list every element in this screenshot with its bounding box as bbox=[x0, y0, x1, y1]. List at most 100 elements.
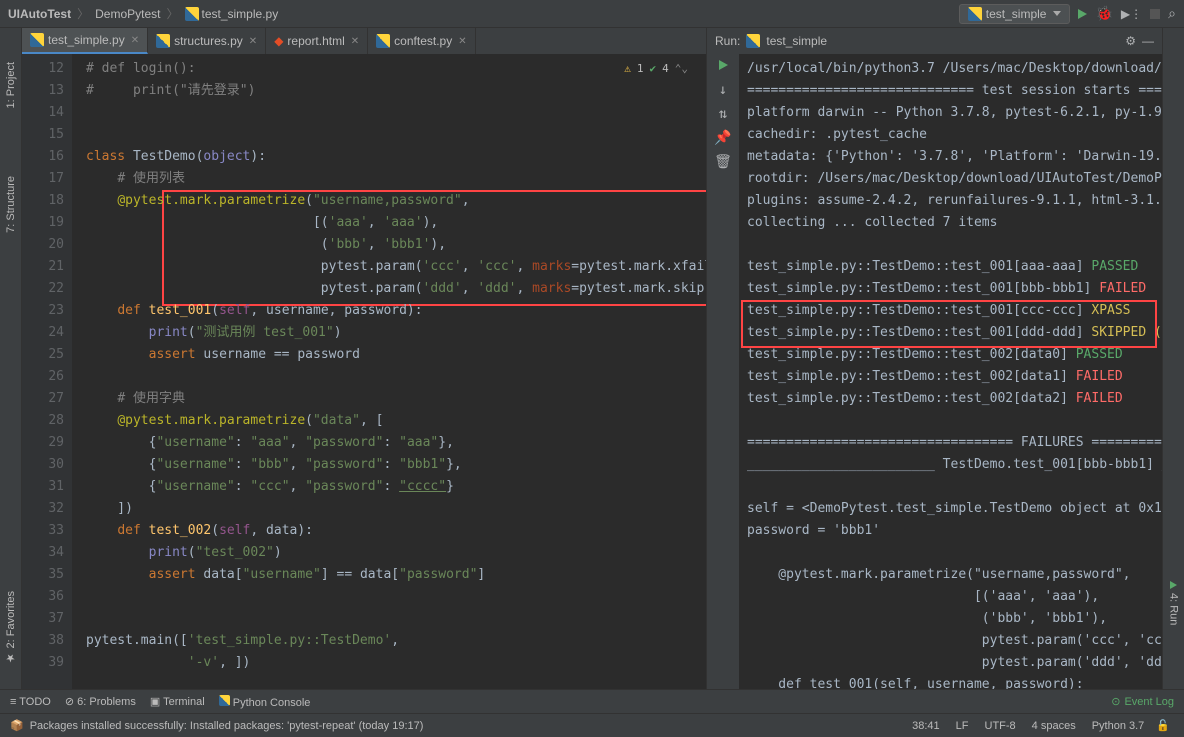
line-number[interactable]: 33 bbox=[26, 520, 64, 542]
close-icon[interactable]: ✕ bbox=[458, 36, 466, 47]
lock-icon[interactable]: 🔓 bbox=[1156, 719, 1170, 732]
status-todo[interactable]: ≡ TODO bbox=[10, 696, 51, 708]
run-output[interactable]: /usr/local/bin/python3.7 /Users/mac/Desk… bbox=[739, 54, 1162, 689]
run-config-selector[interactable]: test_simple bbox=[959, 4, 1071, 24]
gear-icon[interactable]: ⚙ bbox=[1125, 34, 1136, 48]
line-number[interactable]: 26 bbox=[26, 366, 64, 388]
code-line[interactable]: pytest.main(['test_simple.py::TestDemo', bbox=[72, 630, 706, 652]
line-number[interactable]: 29 bbox=[26, 432, 64, 454]
line-number[interactable]: 21 bbox=[26, 256, 64, 278]
delete-button[interactable]: 🗑 bbox=[714, 154, 732, 170]
code-line[interactable] bbox=[72, 124, 706, 146]
line-number[interactable]: 36 bbox=[26, 586, 64, 608]
breadcrumb-root[interactable]: UIAutoTest bbox=[8, 7, 71, 21]
hide-button[interactable]: — bbox=[1142, 34, 1154, 48]
line-number[interactable]: 30 bbox=[26, 454, 64, 476]
event-log-button[interactable]: ⊙ Event Log bbox=[1111, 695, 1174, 708]
code-line[interactable]: print("测试用例 test_001") bbox=[72, 322, 706, 344]
code-line[interactable]: [('aaa', 'aaa'), bbox=[72, 212, 706, 234]
breadcrumb[interactable]: UIAutoTest 〉 DemoPytest 〉 test_simple.py bbox=[8, 5, 278, 22]
code-line[interactable]: print("test_002") bbox=[72, 542, 706, 564]
code-line[interactable]: assert data["username"] == data["passwor… bbox=[72, 564, 706, 586]
status-problems[interactable]: ⊘ 6: Problems bbox=[65, 695, 136, 708]
code-line[interactable]: {"username": "ccc", "password": "cccc"} bbox=[72, 476, 706, 498]
tool-structure[interactable]: 7: Structure bbox=[3, 172, 19, 237]
code-line[interactable]: assert username == password bbox=[72, 344, 706, 366]
code-line[interactable]: def test_001(self, username, password): bbox=[72, 300, 706, 322]
status-python[interactable]: Python 3.7 bbox=[1092, 720, 1145, 732]
tab-report-html[interactable]: ◆report.html✕ bbox=[266, 28, 368, 54]
line-number[interactable]: 17 bbox=[26, 168, 64, 190]
tool-project[interactable]: 1: Project bbox=[3, 58, 19, 112]
line-number[interactable]: 31 bbox=[26, 476, 64, 498]
close-icon[interactable]: ✕ bbox=[249, 36, 257, 47]
tab-structures-py[interactable]: structures.py✕ bbox=[148, 28, 266, 54]
code-line[interactable]: # 使用列表 bbox=[72, 168, 706, 190]
line-number[interactable]: 22 bbox=[26, 278, 64, 300]
tab-test_simple-py[interactable]: test_simple.py✕ bbox=[22, 28, 148, 54]
line-number[interactable]: 34 bbox=[26, 542, 64, 564]
close-icon[interactable]: ✕ bbox=[131, 35, 139, 46]
line-number[interactable]: 23 bbox=[26, 300, 64, 322]
code-line[interactable]: pytest.param('ddd', 'ddd', marks=pytest.… bbox=[72, 278, 706, 300]
pin-button[interactable]: 📌 bbox=[714, 130, 731, 146]
code-line[interactable]: pytest.param('ccc', 'ccc', marks=pytest.… bbox=[72, 256, 706, 278]
gutter[interactable]: 1213141516171819202122232425262728293031… bbox=[22, 54, 72, 689]
code-line[interactable]: '-v', ]) bbox=[72, 652, 706, 674]
tool-favorites[interactable]: ★ 2: Favorites bbox=[2, 587, 19, 669]
line-number[interactable]: 20 bbox=[26, 234, 64, 256]
line-number[interactable]: 25 bbox=[26, 344, 64, 366]
line-number[interactable]: 19 bbox=[26, 212, 64, 234]
breadcrumb-file[interactable]: test_simple.py bbox=[185, 7, 279, 21]
code-line[interactable] bbox=[72, 586, 706, 608]
line-number[interactable]: 37 bbox=[26, 608, 64, 630]
line-number[interactable]: 35 bbox=[26, 564, 64, 586]
line-number[interactable]: 14 bbox=[26, 102, 64, 124]
search-everywhere-button[interactable]: ⌕ bbox=[1168, 5, 1176, 22]
code-line[interactable]: # print("请先登录") bbox=[72, 80, 706, 102]
status-line-col[interactable]: 38:41 bbox=[912, 720, 940, 732]
line-number[interactable]: 27 bbox=[26, 388, 64, 410]
breadcrumb-folder[interactable]: DemoPytest bbox=[95, 7, 160, 21]
line-number[interactable]: 12 bbox=[26, 58, 64, 80]
layout-button[interactable]: ⇅ bbox=[719, 106, 727, 122]
stop-button[interactable] bbox=[1150, 9, 1160, 19]
debug-button[interactable]: 🐞 bbox=[1095, 5, 1112, 22]
line-number[interactable]: 16 bbox=[26, 146, 64, 168]
status-encoding[interactable]: UTF-8 bbox=[985, 720, 1016, 732]
code-line[interactable]: ('bbb', 'bbb1'), bbox=[72, 234, 706, 256]
status-terminal[interactable]: ▣ Terminal bbox=[150, 695, 205, 708]
close-icon[interactable]: ✕ bbox=[351, 36, 359, 47]
code-line[interactable]: def test_002(self, data): bbox=[72, 520, 706, 542]
code-line[interactable] bbox=[72, 102, 706, 124]
code-line[interactable]: {"username": "bbb", "password": "bbb1"}, bbox=[72, 454, 706, 476]
run-button[interactable] bbox=[1078, 9, 1087, 19]
code-editor[interactable]: ⚠1 ✔4 ⌃⌄ # def login():# print("请先登录")cl… bbox=[72, 54, 706, 689]
code-line[interactable]: {"username": "aaa", "password": "aaa"}, bbox=[72, 432, 706, 454]
code-line[interactable] bbox=[72, 608, 706, 630]
line-number[interactable]: 15 bbox=[26, 124, 64, 146]
status-line-sep[interactable]: LF bbox=[956, 720, 969, 732]
run-target[interactable]: test_simple bbox=[766, 34, 827, 48]
line-number[interactable]: 39 bbox=[26, 652, 64, 674]
line-number[interactable]: 32 bbox=[26, 498, 64, 520]
code-line[interactable]: class TestDemo(object): bbox=[72, 146, 706, 168]
run-with-coverage-button[interactable]: ▶⋮ bbox=[1121, 7, 1142, 21]
code-line[interactable] bbox=[72, 366, 706, 388]
line-number[interactable]: 38 bbox=[26, 630, 64, 652]
code-line[interactable]: ]) bbox=[72, 498, 706, 520]
status-indent[interactable]: 4 spaces bbox=[1032, 720, 1076, 732]
code-line[interactable]: # 使用字典 bbox=[72, 388, 706, 410]
stop-button[interactable]: ↓ bbox=[719, 82, 727, 98]
line-number[interactable]: 28 bbox=[26, 410, 64, 432]
status-python-console[interactable]: Python Console bbox=[219, 695, 311, 709]
tool-run[interactable]: 4: Run bbox=[1166, 577, 1182, 629]
line-number[interactable]: 24 bbox=[26, 322, 64, 344]
line-number[interactable]: 13 bbox=[26, 80, 64, 102]
code-line[interactable]: # def login(): bbox=[72, 58, 706, 80]
tab-conftest-py[interactable]: conftest.py✕ bbox=[368, 28, 475, 54]
line-number[interactable]: 18 bbox=[26, 190, 64, 212]
code-line[interactable]: @pytest.mark.parametrize("username,passw… bbox=[72, 190, 706, 212]
code-line[interactable]: @pytest.mark.parametrize("data", [ bbox=[72, 410, 706, 432]
rerun-button[interactable] bbox=[719, 58, 728, 74]
